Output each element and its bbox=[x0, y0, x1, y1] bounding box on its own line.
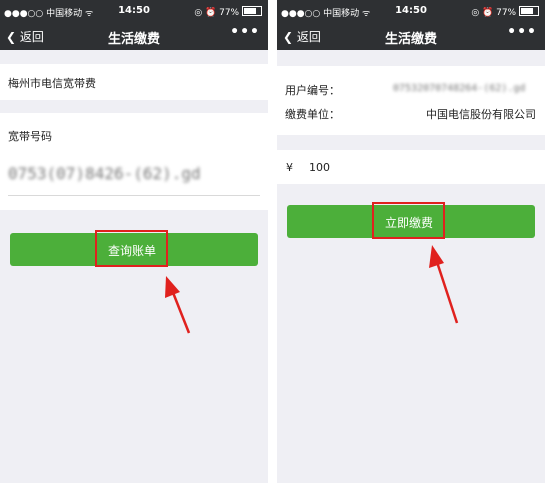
right-phone-screen: ●●●○○ 中国移动 ᯤ 14:50 ◎ ⏰ 77% ❮ 返回 生活缴费 •••… bbox=[277, 0, 545, 483]
arrow-pointer-icon bbox=[165, 276, 191, 334]
left-phone-screen: ●●●○○ 中国移动 ᯤ 14:50 ◎ ⏰ 77% ❮ 返回 生活缴费 •••… bbox=[0, 0, 268, 483]
arrow-pointer-icon bbox=[429, 245, 459, 324]
